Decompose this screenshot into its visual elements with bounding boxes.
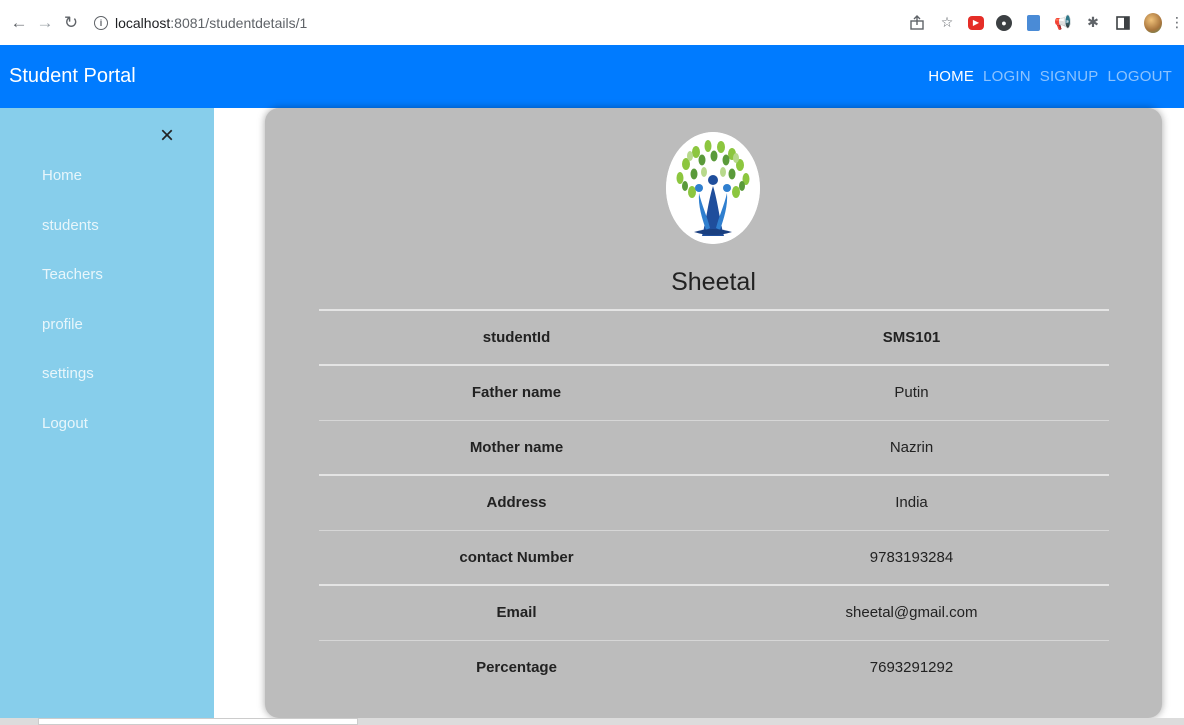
- detail-value: sheetal@gmail.com: [845, 604, 978, 622]
- top-navigation: HOME LOGIN SIGNUP LOGOUT: [928, 45, 1172, 108]
- bottom-tab: [38, 718, 358, 725]
- table-row: Father name Putin: [319, 365, 1109, 420]
- sidebar-item-students[interactable]: students: [42, 217, 103, 267]
- url-path: :8081/studentdetails/1: [170, 14, 308, 31]
- nav-signup-link[interactable]: SIGNUP: [1040, 68, 1099, 85]
- sidebar-menu: Home students Teachers profile settings …: [42, 167, 103, 464]
- detail-key: Mother name: [469, 438, 564, 456]
- youtube-extension-icon[interactable]: ▶: [968, 15, 984, 30]
- detail-key: Father name: [471, 384, 562, 402]
- url-host: localhost: [115, 14, 171, 31]
- sidebar-item-home[interactable]: Home: [42, 167, 103, 217]
- table-row: Address India: [319, 475, 1109, 530]
- detail-key: studentId: [482, 329, 551, 346]
- sidebar-item-profile[interactable]: profile: [42, 316, 103, 366]
- browser-toolbar: ← → ↻ i localhost:8081/studentdetails/1 …: [0, 0, 1184, 45]
- table-row: Email sheetal@gmail.com: [319, 585, 1109, 640]
- detail-value: India: [895, 494, 928, 512]
- document-extension-icon[interactable]: [1024, 14, 1042, 32]
- nav-home-link[interactable]: HOME: [928, 68, 974, 85]
- bookmark-star-icon[interactable]: ☆: [938, 14, 956, 32]
- detail-value: 9783193284: [869, 548, 954, 566]
- brand-title[interactable]: Student Portal: [9, 65, 136, 88]
- megaphone-extension-icon[interactable]: 📢: [1054, 14, 1072, 32]
- table-row: contact Number 9783193284: [319, 530, 1109, 585]
- detail-key: contact Number: [459, 548, 574, 566]
- table-row: Percentage 7693291292: [319, 640, 1109, 695]
- student-name: Sheetal: [671, 268, 756, 296]
- sidebar-item-teachers[interactable]: Teachers: [42, 266, 103, 316]
- back-arrow-icon[interactable]: ←: [6, 13, 32, 33]
- side-panel-icon[interactable]: [1114, 14, 1132, 32]
- menu-kebab-icon[interactable]: ⋮: [1170, 14, 1184, 32]
- detail-value: Nazrin: [889, 438, 934, 456]
- puzzle-extensions-icon[interactable]: ✱: [1084, 14, 1102, 32]
- detail-value: 7693291292: [869, 659, 954, 677]
- sidebar-item-settings[interactable]: settings: [42, 365, 103, 415]
- reload-icon[interactable]: ↻: [58, 13, 84, 33]
- nav-login-link[interactable]: LOGIN: [983, 68, 1031, 85]
- detail-key: Percentage: [476, 659, 557, 677]
- browser-actions: ☆ ▶ ● 📢 ✱ ⋮: [908, 0, 1184, 45]
- info-icon[interactable]: i: [94, 15, 108, 30]
- student-details-table: studentId SMS101 Father name Putin Mothe…: [319, 309, 1109, 695]
- table-row: studentId SMS101: [319, 310, 1109, 365]
- detail-value: Putin: [894, 384, 929, 402]
- app-header: Student Portal HOME LOGIN SIGNUP LOGOUT: [0, 45, 1184, 108]
- extension-dark-icon[interactable]: ●: [996, 14, 1012, 31]
- share-icon[interactable]: [908, 14, 926, 32]
- forward-arrow-icon[interactable]: →: [32, 13, 58, 33]
- profile-avatar-icon[interactable]: [1144, 12, 1162, 33]
- table-row: Mother name Nazrin: [319, 420, 1109, 475]
- student-details-card: Sheetal studentId SMS101 Father name Put…: [265, 108, 1162, 718]
- sidebar: × Home students Teachers profile setting…: [0, 108, 214, 725]
- nav-logout-link[interactable]: LOGOUT: [1107, 68, 1172, 85]
- detail-value: SMS101: [882, 329, 941, 346]
- detail-key: Email: [496, 604, 537, 622]
- sidebar-item-logout[interactable]: Logout: [42, 415, 103, 465]
- close-icon[interactable]: ×: [160, 122, 174, 150]
- detail-key: Address: [486, 494, 547, 512]
- tree-logo-icon: [666, 132, 760, 244]
